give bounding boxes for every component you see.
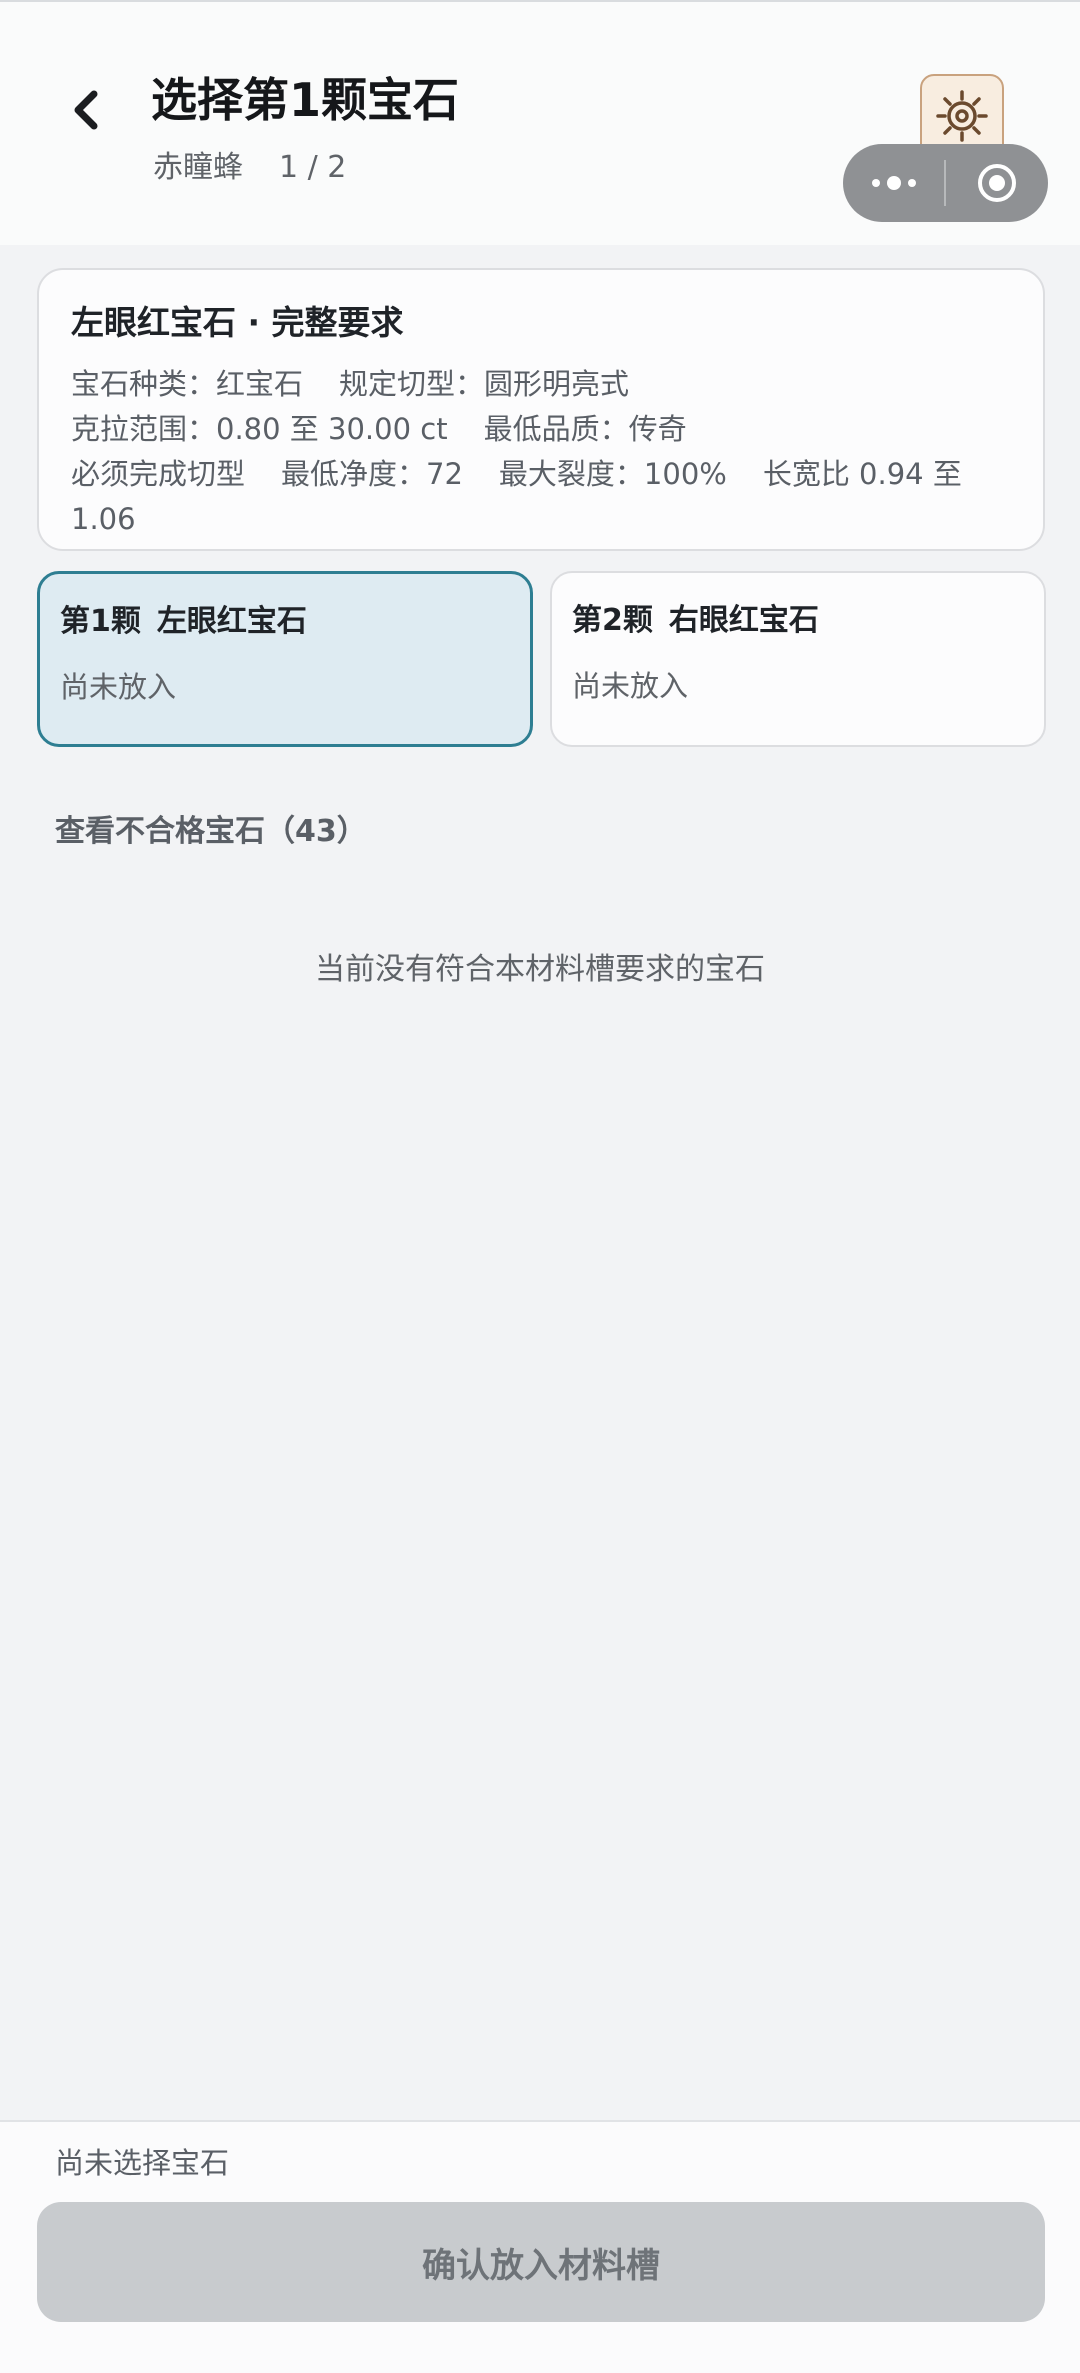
- requirements-line: 宝石种类：红宝石 规定切型：圆形明亮式: [71, 362, 1011, 407]
- slot-index: 第1颗: [60, 604, 141, 639]
- slot-status: 尚未放入: [60, 670, 177, 704]
- slot-card-1[interactable]: 第1颗 左眼红宝石 尚未放入: [37, 571, 533, 747]
- subtitle-progress: 1 / 2: [279, 150, 347, 185]
- req-carat: 克拉范围：0.80 至 30.00 ct: [71, 412, 448, 446]
- req-ratio-cont: 1.06: [71, 502, 136, 536]
- slot-title: 第1颗 左眼红宝石: [60, 596, 510, 640]
- slot-card-2[interactable]: 第2颗 右眼红宝石 尚未放入: [550, 571, 1046, 747]
- page-subtitle: 赤瞳蜂 1 / 2: [153, 142, 346, 186]
- slot-name: 左眼红宝石: [156, 604, 307, 639]
- empty-state-message: 当前没有符合本材料槽要求的宝石: [315, 952, 765, 987]
- requirements-line: 克拉范围：0.80 至 30.00 ct 最低品质：传奇: [71, 407, 1011, 452]
- close-mini-program-button[interactable]: [946, 144, 1047, 222]
- requirements-line: 必须完成切型 最低净度：72 最大裂度：100% 长宽比 0.94 至: [71, 452, 1011, 497]
- slot-status: 尚未放入: [572, 669, 689, 703]
- subtitle-name: 赤瞳蜂: [153, 150, 243, 185]
- gear-icon: [936, 90, 988, 142]
- req-cracks: 最大裂度：100%: [498, 457, 727, 491]
- confirm-place-button[interactable]: 确认放入材料槽: [37, 2202, 1045, 2322]
- requirements-line: 1.06: [71, 497, 1011, 542]
- page-title: 选择第1颗宝石: [151, 73, 460, 127]
- more-dots-icon: [871, 176, 916, 190]
- more-button[interactable]: [843, 144, 944, 222]
- req-grade: 最低品质：传奇: [483, 412, 687, 446]
- requirements-card: 左眼红宝石 · 完整要求 宝石种类：红宝石 规定切型：圆形明亮式 克拉范围：0.8…: [37, 268, 1045, 551]
- back-button[interactable]: [60, 80, 110, 140]
- req-clarity: 最低净度：72: [281, 457, 463, 491]
- req-ratio: 长宽比 0.94 至: [762, 457, 962, 491]
- slot-index: 第2颗: [572, 603, 653, 638]
- view-ineligible-gems-link[interactable]: 查看不合格宝石（43）: [55, 806, 367, 850]
- req-gem-type: 宝石种类：红宝石: [71, 367, 304, 401]
- chevron-left-icon: [74, 90, 98, 130]
- slot-title: 第2颗 右眼红宝石: [572, 595, 1024, 639]
- mini-program-capsule: [843, 144, 1048, 222]
- slot-name: 右眼红宝石: [668, 603, 819, 638]
- requirements-title: 左眼红宝石 · 完整要求: [71, 303, 404, 342]
- selection-status: 尚未选择宝石: [55, 2146, 230, 2180]
- record-circle-icon: [977, 164, 1016, 202]
- header: 选择第1颗宝石 赤瞳蜂 1 / 2: [0, 2, 1080, 245]
- req-cut: 规定切型：圆形明亮式: [339, 367, 630, 401]
- req-must-cut: 必须完成切型: [71, 457, 246, 491]
- footer-bar: 尚未选择宝石 确认放入材料槽: [0, 2120, 1080, 2373]
